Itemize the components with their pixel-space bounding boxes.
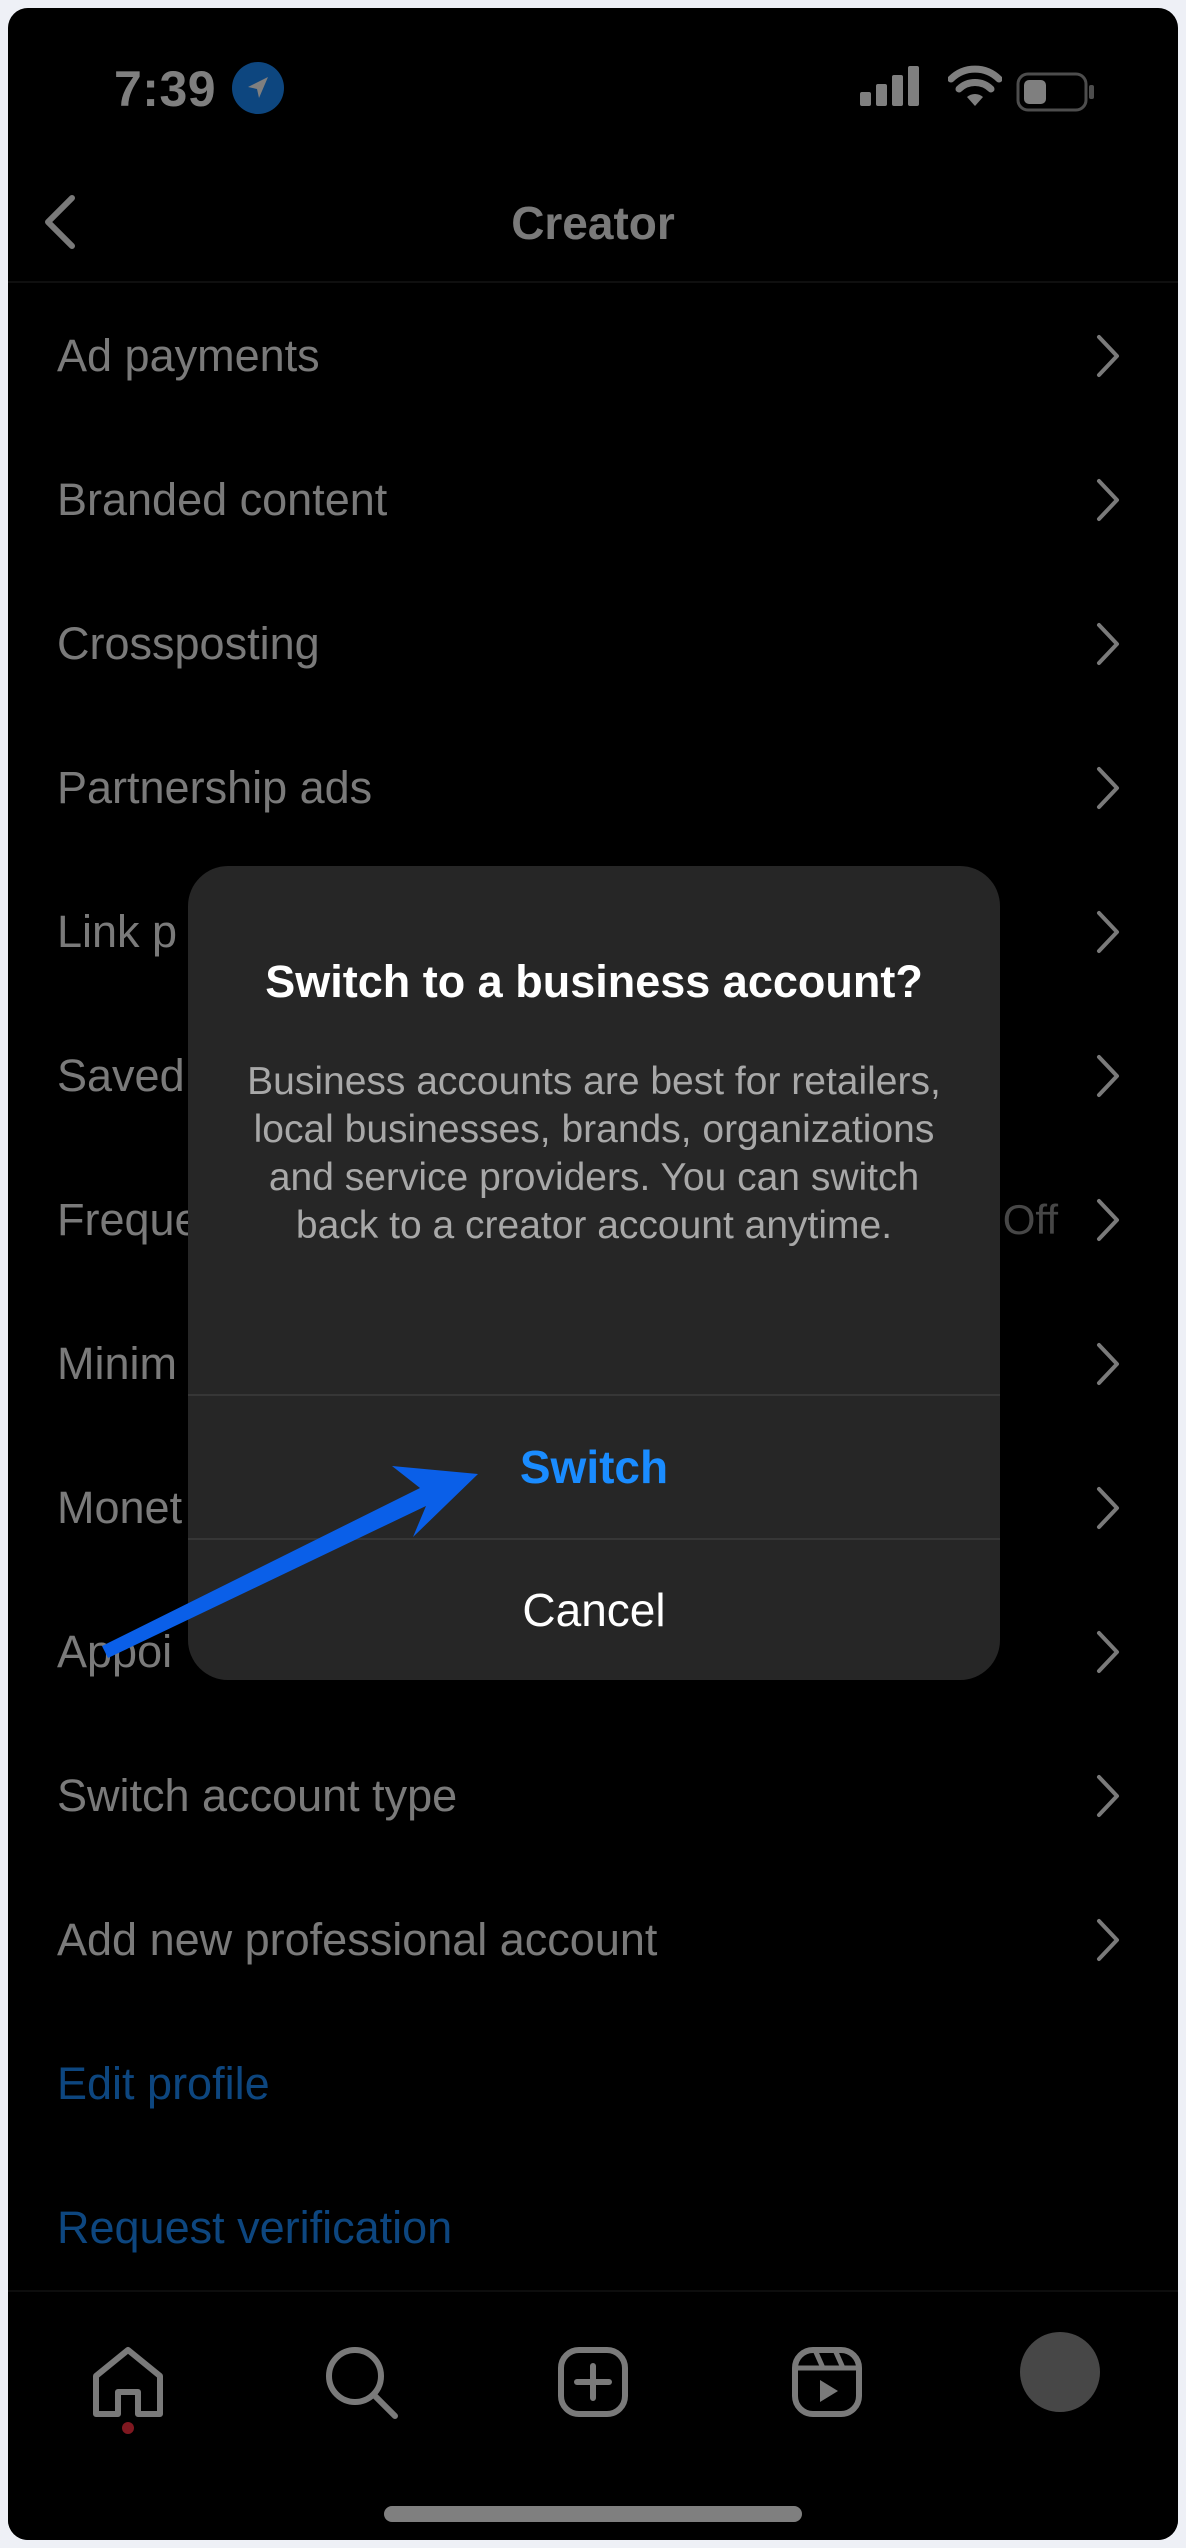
cancel-button[interactable]: Cancel <box>188 1540 1000 1680</box>
switch-account-dialog: Switch to a business account? Business a… <box>188 866 1000 1680</box>
switch-button[interactable]: Switch <box>188 1396 1000 1538</box>
phone-screen: 7:39 Creator <box>8 8 1178 2540</box>
dialog-message: Business accounts are best for retailers… <box>247 1060 941 1247</box>
dialog-title: Switch to a business account? <box>265 956 923 1007</box>
